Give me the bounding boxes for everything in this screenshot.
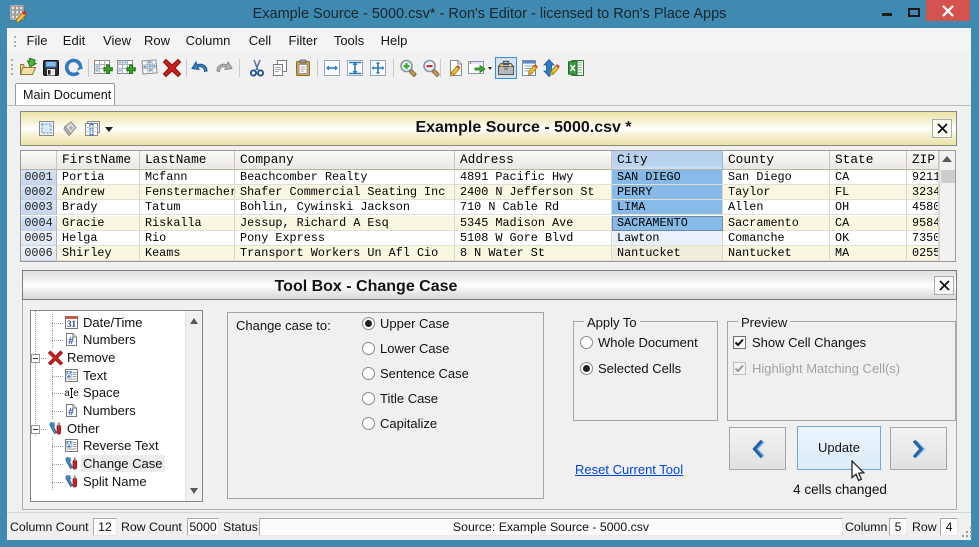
svg-text:a: a xyxy=(64,388,70,399)
svg-text:#: # xyxy=(68,336,74,347)
svg-text:A: A xyxy=(66,440,72,449)
svg-text:e: e xyxy=(73,388,79,399)
svg-text:A: A xyxy=(66,370,72,379)
svg-text:31: 31 xyxy=(67,319,77,329)
svg-text:#: # xyxy=(68,407,74,418)
